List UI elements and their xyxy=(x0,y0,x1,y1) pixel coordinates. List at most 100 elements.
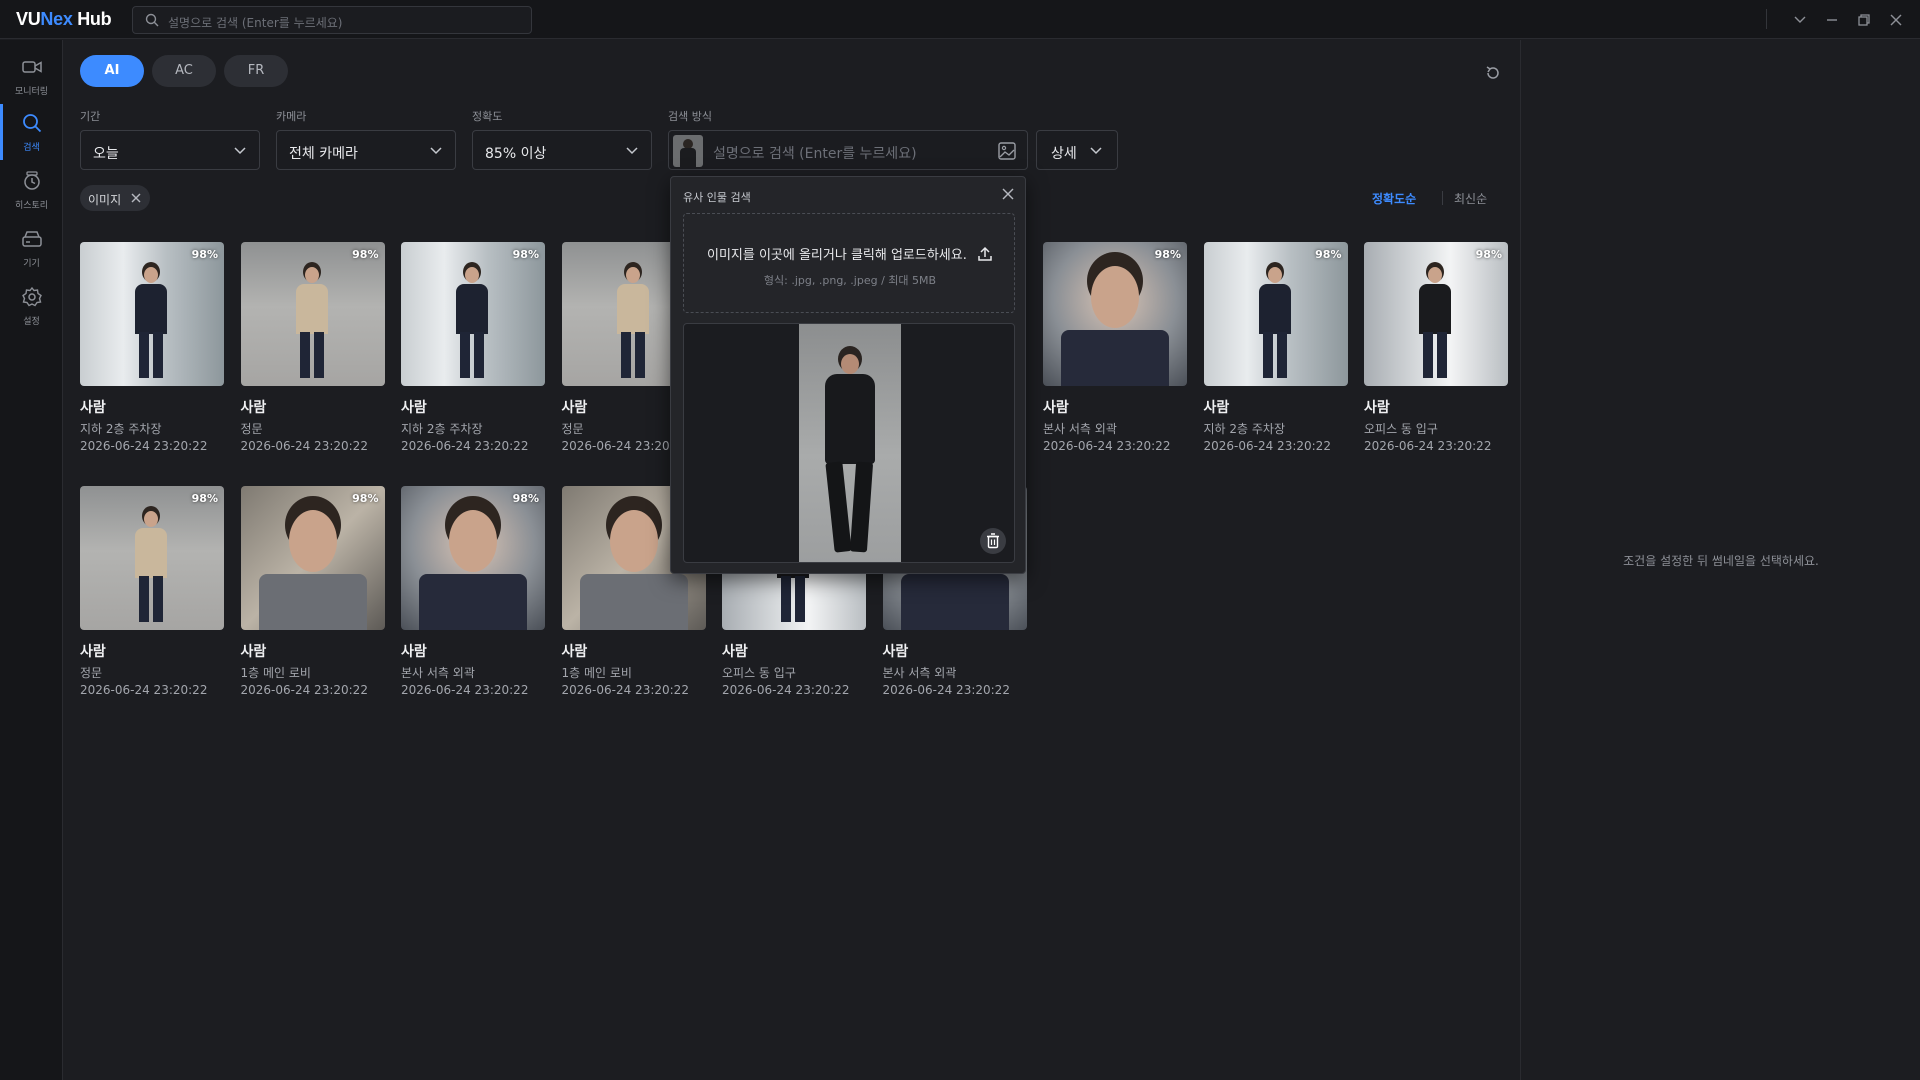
match-score-badge: 98% xyxy=(352,492,379,505)
result-type: 사람 xyxy=(882,644,909,660)
detail-label: 상세 xyxy=(1051,146,1077,162)
refresh-icon[interactable] xyxy=(1484,64,1502,82)
tab-fr[interactable]: FR xyxy=(224,55,288,87)
result-location: 지하 2층 주차장 xyxy=(80,422,162,436)
window-control-divider xyxy=(1766,9,1767,29)
result-thumbnail[interactable]: 98% xyxy=(401,242,545,386)
result-timestamp: 2026-06-24 23:20:22 xyxy=(1364,439,1492,453)
similar-person-search-popup: 유사 인물 검색 이미지를 이곳에 올리거나 클릭해 업로드하세요. 형식: .… xyxy=(670,176,1026,574)
uploaded-image-preview xyxy=(683,323,1015,563)
result-thumbnail[interactable]: 98% xyxy=(1364,242,1508,386)
result-timestamp: 2026-06-24 23:20:22 xyxy=(561,683,689,697)
restore-icon[interactable] xyxy=(1854,10,1874,30)
drop-zone-format: 형식: .jpg, .png, .jpeg / 최대 5MB xyxy=(763,274,937,287)
camera-label: 카메라 xyxy=(276,110,307,123)
result-thumbnail[interactable]: 98% xyxy=(80,486,224,630)
minimize-icon[interactable] xyxy=(1822,10,1842,30)
result-location: 지하 2층 주차장 xyxy=(401,422,483,436)
result-thumbnail[interactable]: 98% xyxy=(80,242,224,386)
result-thumbnail[interactable]: 98% xyxy=(240,242,385,386)
sort-by-latest[interactable]: 최신순 xyxy=(1454,190,1487,207)
result-location: 정문 xyxy=(561,422,584,436)
sidebar-item-devices[interactable]: 기기 xyxy=(0,220,63,276)
upload-icon xyxy=(978,246,992,261)
match-score-badge: 98% xyxy=(1315,248,1342,261)
sort-by-accuracy[interactable]: 정확도순 xyxy=(1372,190,1416,207)
camera-value: 전체 카메라 xyxy=(289,146,358,162)
query-image-thumbnail[interactable] xyxy=(673,135,703,167)
match-score-badge: 98% xyxy=(1475,248,1502,261)
close-window-icon[interactable] xyxy=(1886,10,1906,30)
trash-icon xyxy=(987,533,999,549)
result-location: 1층 메인 로비 xyxy=(240,666,311,680)
result-timestamp: 2026-06-24 23:20:22 xyxy=(80,683,208,697)
result-timestamp: 2026-06-24 23:20:22 xyxy=(882,683,1010,697)
uploaded-person-image xyxy=(799,324,901,562)
result-location: 본사 서측 외곽 xyxy=(1043,422,1117,436)
search-main-area: AI AC FR 기간 오늘 카메라 전체 카메라 정확도 85% 이상 검색 … xyxy=(64,40,1520,1080)
sidebar-item-monitoring[interactable]: 모니터링 xyxy=(0,48,63,104)
result-timestamp: 2026-06-24 23:20:22 xyxy=(401,439,529,453)
match-score-badge: 98% xyxy=(191,248,218,261)
match-score-badge: 98% xyxy=(191,492,218,505)
history-icon xyxy=(24,171,40,190)
app-logo: VUNex Hub xyxy=(16,9,112,29)
tab-ac[interactable]: AC xyxy=(152,55,216,87)
chevron-down-icon[interactable] xyxy=(1790,10,1810,30)
result-type: 사람 xyxy=(240,644,267,660)
match-score-badge: 98% xyxy=(1154,248,1181,261)
gear-icon xyxy=(22,286,42,307)
search-method-input[interactable]: 설명으로 검색 (Enter를 누르세요) xyxy=(668,130,1028,170)
search-method-placeholder: 설명으로 검색 (Enter를 누르세요) xyxy=(713,146,917,162)
chevron-down-icon xyxy=(430,147,442,155)
search-icon xyxy=(23,114,42,133)
global-search-input[interactable]: 설명으로 검색 (Enter를 누르세요) xyxy=(132,6,532,34)
video-camera-icon xyxy=(22,61,42,73)
image-drop-zone[interactable]: 이미지를 이곳에 올리거나 클릭해 업로드하세요. 형식: .jpg, .png… xyxy=(683,213,1015,313)
popup-title: 유사 인물 검색 xyxy=(683,191,751,204)
result-location: 정문 xyxy=(80,666,103,680)
sidebar-item-label: 검색 xyxy=(23,143,40,153)
result-location: 본사 서측 외곽 xyxy=(401,666,475,680)
result-type: 사람 xyxy=(80,400,106,416)
camera-select[interactable]: 전체 카메라 xyxy=(276,130,456,170)
detail-pane-empty-message: 조건을 설정한 뒤 썸네일을 선택하세요. xyxy=(1623,554,1819,568)
accuracy-value: 85% 이상 xyxy=(485,146,547,162)
device-icon xyxy=(22,231,42,247)
sidebar-item-history[interactable]: 히스토리 xyxy=(0,162,63,218)
result-location: 정문 xyxy=(240,422,263,436)
result-timestamp: 2026-06-24 23:20:22 xyxy=(1043,439,1171,453)
drop-zone-text: 이미지를 이곳에 올리거나 클릭해 업로드하세요. xyxy=(684,244,1016,263)
result-thumbnail[interactable]: 98% xyxy=(240,486,385,630)
filter-chip-image: 이미지 xyxy=(80,185,150,211)
result-location: 1층 메인 로비 xyxy=(561,666,632,680)
tab-ai[interactable]: AI xyxy=(80,55,144,87)
search-icon xyxy=(145,13,159,27)
period-select[interactable]: 오늘 xyxy=(80,130,260,170)
result-timestamp: 2026-06-24 23:20:22 xyxy=(401,683,529,697)
sidebar-item-label: 설정 xyxy=(23,317,40,327)
result-type: 사람 xyxy=(401,644,427,660)
sidebar-item-label: 모니터링 xyxy=(14,87,49,97)
delete-image-button[interactable] xyxy=(980,528,1006,554)
sidebar-item-settings[interactable]: 설정 xyxy=(0,278,63,334)
result-thumbnail[interactable]: 98% xyxy=(401,486,545,630)
result-type: 사람 xyxy=(561,400,588,416)
close-icon[interactable] xyxy=(1001,187,1015,201)
accuracy-select[interactable]: 85% 이상 xyxy=(472,130,652,170)
result-thumbnail[interactable]: 98% xyxy=(1043,242,1187,386)
filter-chip-label: 이미지 xyxy=(88,193,122,207)
result-type: 사람 xyxy=(80,644,106,660)
sidebar-item-search[interactable]: 검색 xyxy=(0,104,63,160)
image-upload-icon[interactable] xyxy=(997,141,1017,161)
global-search-placeholder: 설명으로 검색 (Enter를 누르세요) xyxy=(168,16,343,30)
match-score-badge: 98% xyxy=(512,248,539,261)
detail-dropdown-button[interactable]: 상세 xyxy=(1036,130,1118,170)
result-thumbnail[interactable]: 98% xyxy=(1203,242,1348,386)
result-timestamp: 2026-06-24 23:20:22 xyxy=(240,439,368,453)
result-location: 오피스 동 입구 xyxy=(1364,422,1438,436)
result-timestamp: 2026-06-24 23:20:22 xyxy=(240,683,368,697)
period-value: 오늘 xyxy=(93,146,119,162)
close-icon[interactable] xyxy=(130,192,142,204)
chevron-down-icon xyxy=(234,147,246,155)
